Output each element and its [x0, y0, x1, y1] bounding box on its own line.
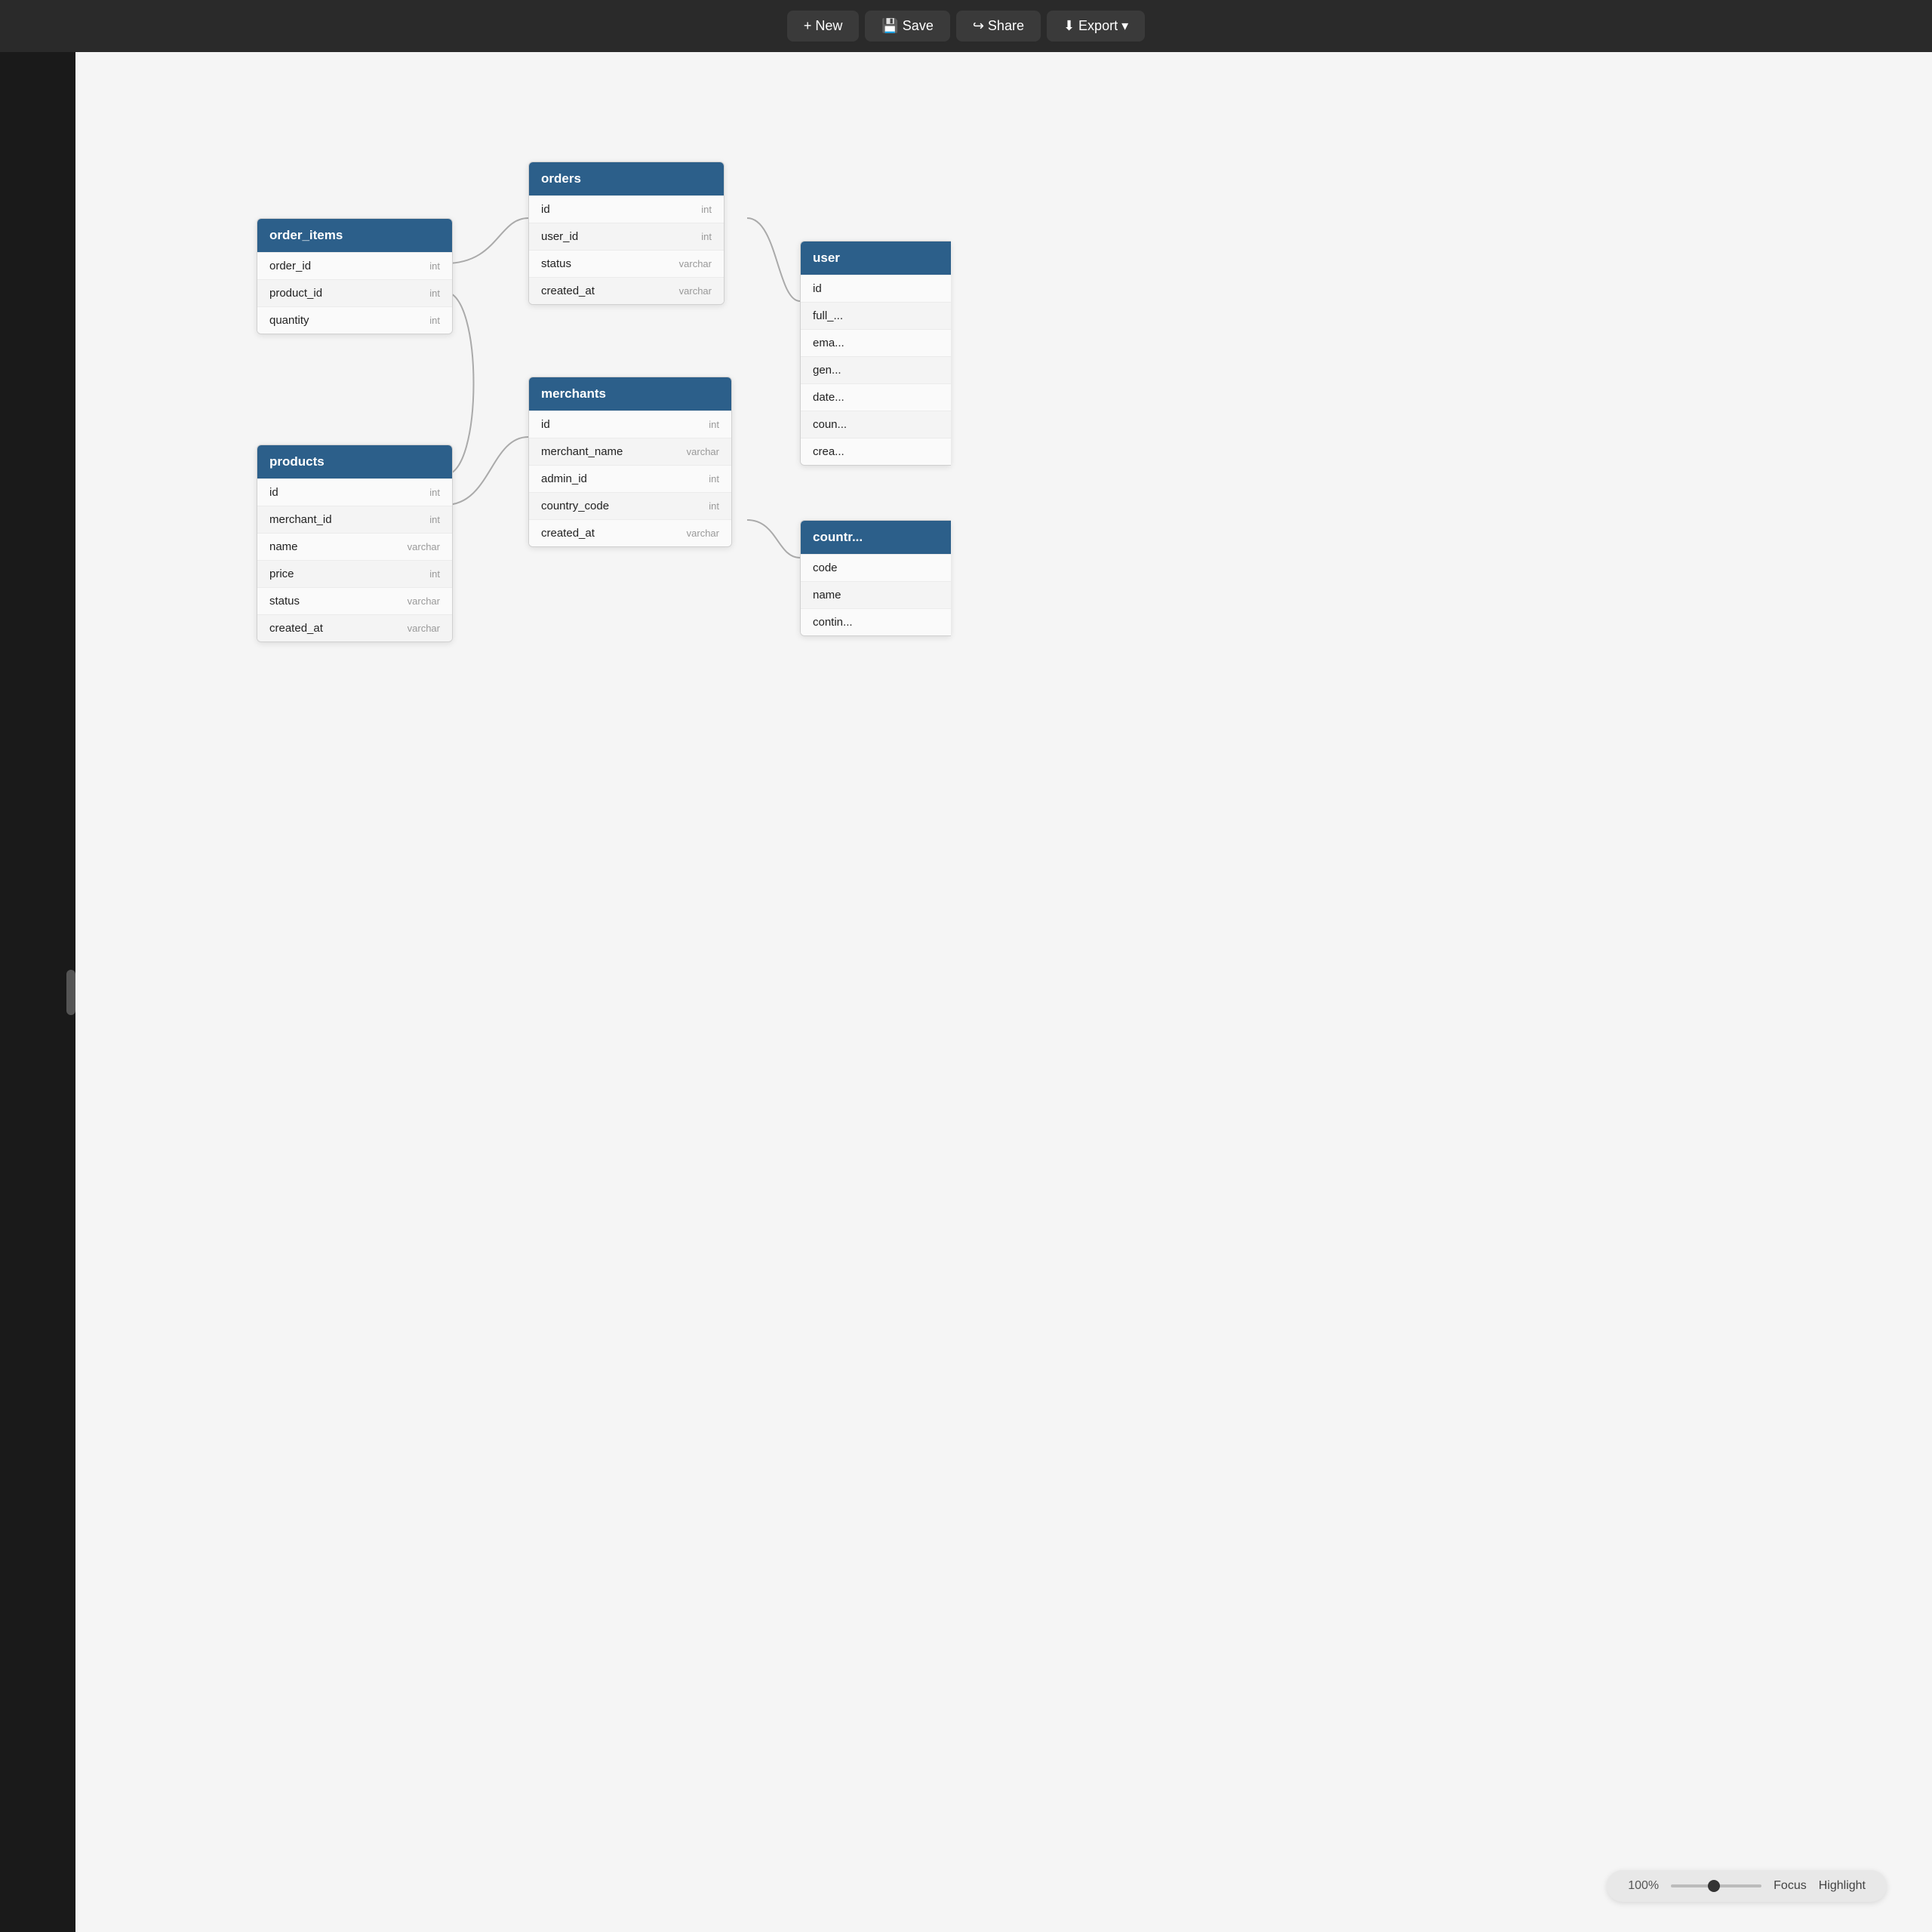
export-button[interactable]: ⬇ Export ▾	[1047, 11, 1145, 42]
table-row: contin...	[801, 608, 951, 635]
table-orders-header: orders	[529, 162, 724, 195]
table-orders[interactable]: orders id int user_id int status varchar…	[528, 162, 724, 305]
save-button[interactable]: 💾 Save	[865, 11, 949, 42]
table-row: country_code int	[529, 492, 731, 519]
table-row: crea...	[801, 438, 951, 465]
table-row: id int	[529, 411, 731, 438]
table-order-items-header: order_items	[257, 219, 452, 252]
zoom-slider[interactable]	[1671, 1884, 1761, 1887]
table-merchants-header: merchants	[529, 377, 731, 411]
canvas-area: order_items order_id int product_id int …	[0, 52, 1932, 1932]
table-users[interactable]: user id full_... ema... gen... date...	[800, 241, 951, 466]
table-row: status varchar	[257, 587, 452, 614]
focus-button[interactable]: Focus	[1774, 1879, 1807, 1893]
zoom-level: 100%	[1628, 1879, 1659, 1893]
table-row: id int	[257, 478, 452, 506]
diagram-canvas[interactable]: order_items order_id int product_id int …	[75, 52, 1932, 1932]
table-order-items[interactable]: order_items order_id int product_id int …	[257, 218, 453, 334]
table-row: full_...	[801, 302, 951, 329]
table-row: merchant_name varchar	[529, 438, 731, 465]
new-button[interactable]: + New	[787, 11, 860, 42]
table-row: code	[801, 554, 951, 581]
table-row: coun...	[801, 411, 951, 438]
sidebar-strip	[0, 52, 75, 1932]
table-row: ema...	[801, 329, 951, 356]
table-row: created_at varchar	[257, 614, 452, 641]
table-row: quantity int	[257, 306, 452, 334]
table-row: user_id int	[529, 223, 724, 250]
sidebar-handle[interactable]	[66, 970, 75, 1015]
table-countries[interactable]: countr... code name contin...	[800, 520, 951, 636]
table-products[interactable]: products id int merchant_id int name var…	[257, 445, 453, 642]
table-row: name varchar	[257, 533, 452, 560]
highlight-button[interactable]: Highlight	[1819, 1879, 1866, 1893]
table-row: id int	[529, 195, 724, 223]
table-row: id	[801, 275, 951, 302]
table-row: date...	[801, 383, 951, 411]
bottom-bar: 100% Focus Highlight	[1607, 1870, 1887, 1902]
table-products-header: products	[257, 445, 452, 478]
toolbar: + New 💾 Save ↪ Share ⬇ Export ▾	[0, 0, 1932, 52]
table-row: status varchar	[529, 250, 724, 277]
share-button[interactable]: ↪ Share	[956, 11, 1041, 42]
table-countries-header: countr...	[801, 521, 951, 554]
table-row: merchant_id int	[257, 506, 452, 533]
table-row: created_at varchar	[529, 277, 724, 304]
table-users-header: user	[801, 242, 951, 275]
table-row: admin_id int	[529, 465, 731, 492]
table-row: order_id int	[257, 252, 452, 279]
table-row: created_at varchar	[529, 519, 731, 546]
zoom-slider-container	[1671, 1884, 1761, 1887]
table-row: price int	[257, 560, 452, 587]
table-row: name	[801, 581, 951, 608]
table-row: product_id int	[257, 279, 452, 306]
table-row: gen...	[801, 356, 951, 383]
table-merchants[interactable]: merchants id int merchant_name varchar a…	[528, 377, 732, 547]
